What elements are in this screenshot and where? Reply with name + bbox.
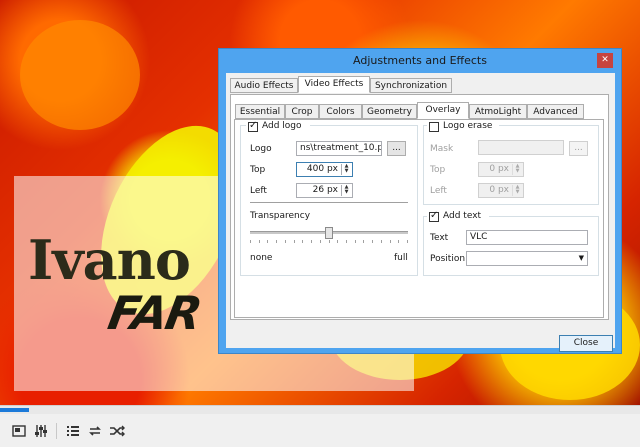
slider-tick	[276, 240, 277, 243]
tab-audio-effects[interactable]: Audio Effects	[230, 78, 298, 93]
slider-thumb[interactable]	[325, 227, 333, 239]
slider-tick	[398, 240, 399, 243]
slider-tick	[329, 240, 330, 243]
tab-geometry[interactable]: Geometry	[362, 104, 417, 119]
tab-crop[interactable]: Crop	[285, 104, 319, 119]
logo-erase-label: Logo erase	[443, 121, 493, 131]
slider-tick	[259, 240, 260, 243]
tab-colors[interactable]: Colors	[319, 104, 362, 119]
overlay-panel: Add logo Logo ns\treatment_10.png ... To…	[234, 119, 604, 318]
slider-max-label: full	[394, 253, 408, 263]
transparency-label: Transparency	[250, 211, 311, 221]
shuffle-button[interactable]	[108, 423, 126, 439]
erase-top-value: 0 px	[489, 164, 509, 174]
logo-label: Logo	[250, 144, 272, 154]
close-button[interactable]: Close	[559, 335, 613, 352]
slider-tick	[390, 240, 391, 243]
slider-tick	[250, 240, 251, 243]
spin-arrows-icon[interactable]: ▲ ▼	[512, 164, 522, 175]
position-dropdown[interactable]: ▼	[466, 251, 588, 266]
fullscreen-button[interactable]	[10, 423, 28, 439]
tab-essential[interactable]: Essential	[235, 104, 285, 119]
logo-top-value: 400 px	[306, 164, 338, 174]
slider-tick	[294, 240, 295, 243]
slider-tick	[355, 240, 356, 243]
logo-text-secondary: FAR	[104, 286, 205, 340]
mask-path-field[interactable]	[478, 140, 564, 155]
slider-tick	[311, 240, 312, 243]
erase-left-label: Left	[430, 186, 447, 196]
mask-label: Mask	[430, 144, 454, 154]
slider-tick	[363, 240, 364, 243]
logo-top-label: Top	[250, 165, 266, 175]
mask-browse-button[interactable]: ...	[569, 141, 588, 156]
control-separator	[56, 423, 57, 439]
slider-tick	[346, 240, 347, 243]
logo-text-primary: Ivano	[28, 228, 191, 292]
extended-settings-icon	[35, 425, 47, 437]
slider-min-label: none	[250, 253, 273, 263]
slider-tick	[372, 240, 373, 243]
tab-synchronization[interactable]: Synchronization	[370, 78, 452, 93]
shuffle-icon	[110, 425, 125, 437]
tab-video-effects[interactable]: Video Effects	[298, 76, 370, 93]
playlist-icon	[67, 426, 79, 436]
erase-left-spinbox[interactable]: 0 px ▲ ▼	[478, 183, 524, 198]
flower-petal	[20, 20, 140, 130]
dialog-title: Adjustments and Effects	[353, 54, 487, 67]
add-text-label: Add text	[443, 211, 482, 221]
slider-tick	[267, 240, 268, 243]
player-controls	[0, 414, 640, 447]
seek-bar[interactable]	[0, 405, 640, 414]
fullscreen-icon	[12, 425, 26, 437]
logo-left-spinbox[interactable]: 26 px ▲ ▼	[296, 183, 353, 198]
seek-bar-fill	[0, 408, 29, 412]
spin-arrows-icon[interactable]: ▲ ▼	[341, 164, 351, 175]
text-label: Text	[430, 233, 449, 243]
tab-advanced[interactable]: Advanced	[527, 104, 584, 119]
logo-left-value: 26 px	[312, 185, 338, 195]
divider	[250, 202, 408, 203]
spin-arrows-icon[interactable]: ▲ ▼	[512, 185, 522, 196]
erase-top-spinbox[interactable]: 0 px ▲ ▼	[478, 162, 524, 177]
overlay-text-field[interactable]: VLC	[466, 230, 588, 245]
dialog-close-button[interactable]: ✕	[597, 53, 613, 68]
dialog-body: Audio Effects Video Effects Synchronizat…	[226, 73, 615, 352]
slider-tick	[381, 240, 382, 243]
logo-top-spinbox[interactable]: 400 px ▲ ▼	[296, 162, 353, 177]
adjustments-dialog: Adjustments and Effects ✕ Audio Effects …	[218, 48, 622, 354]
erase-left-value: 0 px	[489, 185, 509, 195]
slider-tick	[302, 240, 303, 243]
logo-path-field[interactable]: ns\treatment_10.png	[296, 141, 382, 156]
position-label: Position	[430, 254, 466, 264]
logo-left-label: Left	[250, 186, 267, 196]
add-logo-checkbox[interactable]	[248, 120, 258, 132]
extended-settings-button[interactable]	[32, 423, 50, 439]
slider-tick	[285, 240, 286, 243]
erase-top-label: Top	[430, 165, 446, 175]
chevron-down-icon: ▼	[578, 254, 584, 262]
loop-icon	[89, 426, 101, 436]
logo-browse-button[interactable]: ...	[387, 141, 406, 156]
slider-tick	[320, 240, 321, 243]
slider-tick	[337, 240, 338, 243]
add-logo-label: Add logo	[262, 121, 302, 131]
transparency-slider[interactable]	[250, 227, 408, 243]
add-text-group	[423, 216, 599, 276]
logo-erase-checkbox[interactable]	[429, 122, 439, 132]
add-text-checkbox[interactable]	[429, 210, 439, 222]
tab-overlay[interactable]: Overlay	[417, 102, 469, 119]
loop-button[interactable]	[86, 423, 104, 439]
spin-arrows-icon[interactable]: ▲ ▼	[341, 185, 351, 196]
close-icon: ✕	[601, 55, 609, 65]
tab-atmolight[interactable]: AtmoLight	[469, 104, 527, 119]
video-effects-panel: Essential Crop Colors Geometry Overlay A…	[230, 94, 609, 320]
slider-tick	[407, 240, 408, 243]
playlist-button[interactable]	[64, 423, 82, 439]
